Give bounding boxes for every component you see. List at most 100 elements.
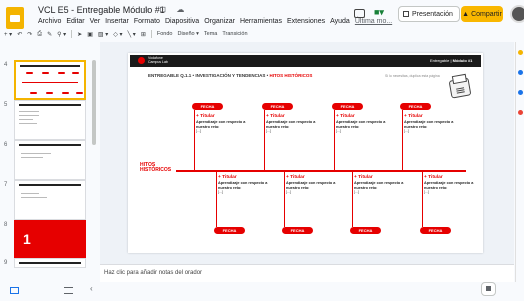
tema-button[interactable]: Tema xyxy=(204,31,217,37)
share-label: Compartir xyxy=(471,10,502,18)
menu-ayuda[interactable]: Ayuda xyxy=(330,18,350,25)
subtitle-highlight: HITOS HISTÓRICOS xyxy=(269,73,313,78)
axis-label: HITOS HISTÓRICOS xyxy=(140,163,171,173)
card-placeholder: [...] xyxy=(404,129,409,133)
card-title: Titular xyxy=(196,114,248,119)
star-move-cloud-icons[interactable]: ☆ ⊡ ☁ xyxy=(142,5,188,14)
line-icon[interactable]: ╲ ▾ xyxy=(128,31,136,38)
menu-herramientas[interactable]: Herramientas xyxy=(240,18,282,25)
card-title: Titular xyxy=(336,114,388,119)
image-icon[interactable]: ▨ ▾ xyxy=(98,31,108,38)
select-icon[interactable]: ➤ xyxy=(77,31,82,38)
explore-button[interactable] xyxy=(481,282,496,296)
card-title: Titular xyxy=(266,114,318,119)
card-placeholder: [...] xyxy=(336,129,341,133)
menu-ver[interactable]: Ver xyxy=(90,18,101,25)
slide-thumbnail-4[interactable] xyxy=(14,60,86,100)
timeline-card[interactable]: Titular Aprendizaje con respecto a nuest… xyxy=(354,175,406,194)
menu-diapositiva[interactable]: Diapositiva xyxy=(165,18,199,25)
slide-thumbnail-8[interactable]: 1 xyxy=(14,220,86,260)
present-button[interactable]: Presentación xyxy=(398,6,460,22)
timeline-card[interactable]: Titular Aprendizaje con respecto a nuest… xyxy=(336,114,388,133)
timeline-connector xyxy=(284,171,285,227)
printer-illustration-icon xyxy=(448,77,472,99)
timeline-card[interactable]: Titular Aprendizaje con respecto a nuest… xyxy=(286,175,338,194)
keep-icon[interactable] xyxy=(518,50,523,55)
redo-icon[interactable]: ↷ xyxy=(27,31,32,38)
list-view-icon[interactable] xyxy=(64,287,73,294)
meet-icon[interactable]: ■▾ xyxy=(374,7,392,20)
slide-thumbnail-7[interactable] xyxy=(14,180,86,220)
card-title: Titular xyxy=(218,175,270,180)
menu-extensiones[interactable]: Extensiones xyxy=(287,18,325,25)
timeline-connector xyxy=(264,110,265,170)
card-subtitle: Aprendizaje con respecto a nuestro reto: xyxy=(424,181,474,190)
avatar[interactable] xyxy=(510,5,524,23)
slide-subtitle: ENTREGABLE Q.1.1 • INVESTIGACIÓN Y TENDE… xyxy=(148,73,312,78)
card-subtitle: Aprendizaje con respecto a nuestro reto: xyxy=(266,120,316,129)
fondo-button[interactable]: Fondo xyxy=(157,31,173,37)
menu-archivo[interactable]: Archivo xyxy=(38,18,61,25)
zoom-icon[interactable]: ⚲ ▾ xyxy=(57,31,66,38)
fecha-pill[interactable]: FECHA xyxy=(400,103,431,110)
new-slide-icon[interactable]: + ▾ xyxy=(4,31,12,38)
menu-formato[interactable]: Formato xyxy=(134,18,160,25)
comment-add-icon[interactable]: ⊞ xyxy=(141,31,146,38)
grid-view-icon[interactable] xyxy=(10,287,19,294)
card-subtitle: Aprendizaje con respecto a nuestro reto: xyxy=(286,181,336,190)
brand-name: Vodafone Campus Lab xyxy=(148,56,168,64)
fecha-pill[interactable]: FECHA xyxy=(192,103,223,110)
slide-thumbnail-9[interactable] xyxy=(14,258,86,268)
timeline-card[interactable]: Titular Aprendizaje con respecto a nuest… xyxy=(218,175,270,194)
fecha-pill[interactable]: FECHA xyxy=(262,103,293,110)
menu-bar: Archivo Editar Ver Insertar Formato Diap… xyxy=(38,18,392,25)
card-placeholder: [...] xyxy=(286,190,291,194)
timeline-card[interactable]: Titular Aprendizaje con respecto a nuest… xyxy=(404,114,456,133)
card-placeholder: [...] xyxy=(196,129,201,133)
card-placeholder: [...] xyxy=(218,190,223,194)
contacts-icon[interactable] xyxy=(518,90,523,95)
timeline-card[interactable]: Titular Aprendizaje con respecto a nuest… xyxy=(424,175,476,194)
slide-thumbnail-5[interactable] xyxy=(14,100,86,140)
fecha-pill[interactable]: FECHA xyxy=(350,227,381,234)
share-button[interactable]: ▲ Compartir xyxy=(461,6,503,22)
fecha-pill[interactable]: FECHA xyxy=(332,103,363,110)
timeline-card[interactable]: Titular Aprendizaje con respecto a nuest… xyxy=(266,114,318,133)
card-subtitle: Aprendizaje con respecto a nuestro reto: xyxy=(196,120,246,129)
timeline-connector xyxy=(422,171,423,227)
slide[interactable]: Vodafone Campus Lab Entregable | Módulo … xyxy=(128,53,483,253)
collapse-panel-icon[interactable]: ‹ xyxy=(90,284,93,293)
paint-format-icon[interactable]: ✎ xyxy=(47,31,52,38)
card-subtitle: Aprendizaje con respecto a nuestro reto: xyxy=(336,120,386,129)
speaker-notes-field[interactable]: Haz clic para añadir notas del orador xyxy=(100,264,514,282)
transicion-button[interactable]: Transición xyxy=(222,31,247,37)
menu-organizar[interactable]: Organizar xyxy=(204,18,235,25)
present-icon xyxy=(403,11,409,17)
timeline-card[interactable]: Titular Aprendizaje con respecto a nuest… xyxy=(196,114,248,133)
entregable-tag: Entregable | Módulo #1 xyxy=(430,58,472,63)
subtitle-main: ENTREGABLE Q.1.1 • INVESTIGACIÓN Y TENDE… xyxy=(148,73,270,78)
slide-thumbnail-6[interactable] xyxy=(14,140,86,180)
fecha-pill[interactable]: FECHA xyxy=(214,227,245,234)
slides-logo-icon[interactable] xyxy=(6,7,24,29)
maps-icon[interactable] xyxy=(518,110,523,115)
card-title: Titular xyxy=(354,175,406,180)
shape-icon[interactable]: ◇ ▾ xyxy=(113,31,122,38)
print-icon[interactable]: ⎙ xyxy=(37,31,42,38)
menu-insertar[interactable]: Insertar xyxy=(105,18,129,25)
slide-number: 5 xyxy=(4,102,8,108)
slide-number: 8 xyxy=(4,222,8,228)
fecha-pill[interactable]: FECHA xyxy=(420,227,451,234)
menu-editar[interactable]: Editar xyxy=(66,18,84,25)
textbox-icon[interactable]: ▣ xyxy=(87,31,93,38)
slide-number: 6 xyxy=(4,142,8,148)
timeline-connector xyxy=(352,171,353,227)
card-subtitle: Aprendizaje con respecto a nuestro reto: xyxy=(404,120,454,129)
comment-icon[interactable] xyxy=(354,9,365,18)
diseno-button[interactable]: Diseño ▾ xyxy=(177,31,198,37)
duplicate-hint: Si lo necesitas, duplica esta página xyxy=(385,74,440,78)
fecha-pill[interactable]: FECHA xyxy=(282,227,313,234)
filmstrip-scrollbar[interactable] xyxy=(92,60,96,145)
tasks-icon[interactable] xyxy=(518,70,523,75)
undo-icon[interactable]: ↶ xyxy=(17,31,22,38)
